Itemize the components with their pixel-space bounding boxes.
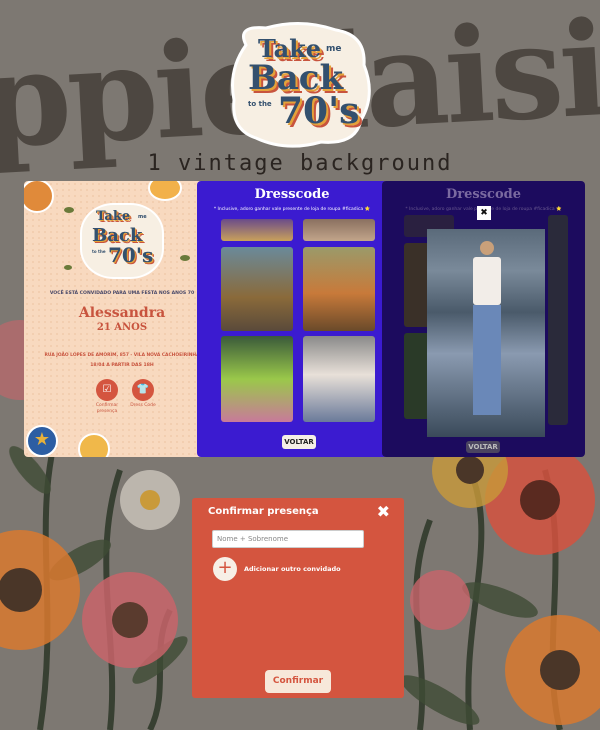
confirm-presence-action[interactable]: ☑ Confirmar presença: [92, 379, 122, 415]
invite-logo-me: me: [138, 214, 147, 220]
dresscode-screen: Dresscode * Inclusive, adoro ganhar vale…: [197, 181, 387, 457]
back-button[interactable]: VOLTAR: [282, 435, 316, 449]
invite-date: 18/04 A PARTIR DAS 18H: [90, 363, 154, 368]
invite-address: RUA JOÃO LOPES DE AMORIM, 857 - VILA NOV…: [44, 353, 200, 358]
star-sticker-icon: ★: [26, 425, 58, 457]
invite-logo-take: Take: [96, 209, 131, 224]
logo-line-to-the: to the: [248, 100, 272, 108]
confirm-presence-label: Confirmar presença: [95, 403, 119, 414]
outfit-photo[interactable]: [221, 247, 293, 331]
smiley-flower-sticker-icon: [78, 433, 110, 457]
checkbox-icon: ☑: [96, 379, 118, 401]
dress-code-action[interactable]: 👕 Dress Code: [128, 379, 158, 409]
guest-name-input[interactable]: [212, 530, 364, 548]
dress-code-label: Dress Code: [130, 403, 156, 408]
invite-card: ★ Take me Back to the 70's VOCÊ ESTÁ CON…: [24, 181, 220, 457]
outfit-photo[interactable]: [221, 336, 293, 422]
leaf-icon: [180, 255, 190, 261]
take-me-back-logo: Take me Back to the 70's: [226, 20, 376, 150]
leaf-icon: [64, 265, 72, 270]
close-modal-button[interactable]: ✖: [377, 502, 390, 521]
back-button-dimmed: VOLTAR: [466, 441, 500, 453]
shirt-icon: 👕: [132, 379, 154, 401]
outfit-photo[interactable]: [303, 247, 375, 331]
add-guest-icon[interactable]: +: [213, 557, 237, 581]
confirm-button[interactable]: Confirmar: [265, 670, 331, 693]
add-guest-label[interactable]: Adicionar outro convidado: [244, 565, 341, 573]
person-figure: [473, 241, 501, 431]
modal-title: Confirmar presença: [208, 506, 319, 517]
invite-name: Alessandra: [78, 305, 166, 321]
confirm-presence-modal: Confirmar presença ✖ + Adicionar outro c…: [192, 498, 404, 698]
leaf-icon: [64, 207, 74, 213]
outfit-photo[interactable]: [221, 219, 293, 241]
dresscode-popup-screen: Dresscode * Inclusive, adoro ganhar vale…: [382, 181, 585, 457]
invite-logo-to-the: to the: [92, 249, 106, 254]
logo-line-me: me: [326, 44, 342, 54]
enlarged-outfit-photo: [427, 229, 545, 437]
invite-logo-70s: 70's: [108, 243, 154, 267]
outfit-photo[interactable]: [303, 336, 375, 422]
dimmed-outfit-photo: [548, 215, 568, 425]
dresscode-popup-title: Dresscode: [446, 187, 521, 202]
dresscode-subtitle: * Inclusive, adoro ganhar vale presente …: [213, 207, 371, 212]
invite-age: 21 ANOS: [96, 322, 148, 333]
close-popup-button[interactable]: ✖: [477, 206, 491, 220]
dresscode-title: Dresscode: [254, 187, 330, 202]
outfit-photo[interactable]: [303, 219, 375, 241]
invite-intro-text: VOCÊ ESTÁ CONVIDADO PARA UMA FESTA NOS A…: [49, 291, 195, 296]
caption-text: 1 vintage background: [147, 151, 453, 176]
invite-logo: Take me Back to the 70's: [80, 203, 164, 279]
logo-line-70s: 70's: [278, 90, 360, 132]
